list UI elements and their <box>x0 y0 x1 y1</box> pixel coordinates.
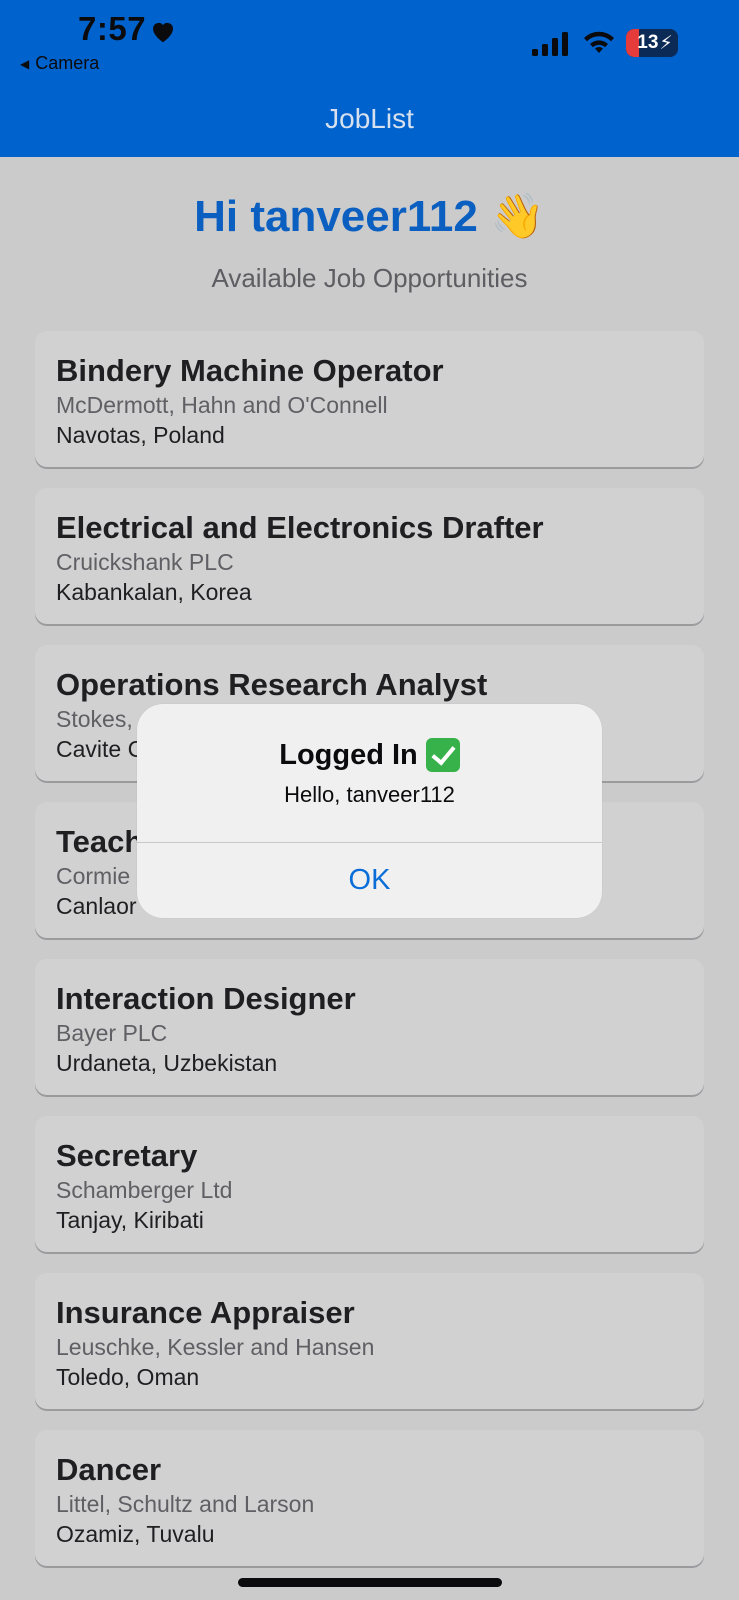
app-title: JobList <box>325 103 414 134</box>
status-time: 7:57 <box>78 10 147 47</box>
page-subtitle: Available Job Opportunities <box>211 263 528 293</box>
job-location: Ozamiz, Tuvalu <box>56 1521 215 1547</box>
back-arrow-icon: ◀ <box>20 56 30 71</box>
job-card[interactable]: Dancer Littel, Schultz and Larson Ozamiz… <box>35 1430 704 1566</box>
alert-ok-button[interactable]: OK <box>137 843 602 918</box>
job-card[interactable]: Secretary Schamberger Ltd Tanjay, Kiriba… <box>35 1116 704 1252</box>
job-title: Operations Research Analyst <box>56 667 488 702</box>
job-title: Dancer <box>56 1452 162 1487</box>
job-company: McDermott, Hahn and O'Connell <box>56 392 388 418</box>
job-company: Cormie <box>56 863 131 889</box>
job-location: Toledo, Oman <box>56 1364 200 1390</box>
back-label: Camera <box>35 53 100 73</box>
check-mark-icon <box>425 738 460 772</box>
greeting-heading: Hi tanveer112 👋 <box>194 192 545 241</box>
job-location: Tanjay, Kiribati <box>56 1207 204 1233</box>
job-company: Stokes, <box>56 706 133 732</box>
job-company: Littel, Schultz and Larson <box>56 1491 315 1517</box>
job-title: Secretary <box>56 1138 198 1173</box>
wifi-icon <box>584 31 614 53</box>
job-title: Insurance Appraiser <box>56 1295 355 1330</box>
alert-title: Logged In <box>137 738 602 772</box>
job-location: Canlaor <box>56 893 137 919</box>
job-list: Bindery Machine Operator McDermott, Hahn… <box>35 331 704 1587</box>
job-location: Navotas, Poland <box>56 422 225 448</box>
back-to-camera-link[interactable]: ◀ Camera <box>20 53 99 74</box>
job-location: Urdaneta, Uzbekistan <box>56 1050 278 1076</box>
job-card[interactable]: Electrical and Electronics Drafter Cruic… <box>35 488 704 624</box>
heart-icon <box>153 22 173 43</box>
battery-indicator: 13 ⚡ <box>626 29 678 57</box>
battery-level: 13 <box>637 32 659 53</box>
job-card[interactable]: Bindery Machine Operator McDermott, Hahn… <box>35 331 704 467</box>
job-title: Electrical and Electronics Drafter <box>56 510 544 545</box>
job-company: Schamberger Ltd <box>56 1177 233 1203</box>
job-company: Bayer PLC <box>56 1020 168 1046</box>
alert-title-text: Logged In <box>279 738 418 771</box>
app-header: 7:57 ◀ Camera 13 ⚡ JobList <box>0 0 739 157</box>
charging-bolt-icon: ⚡ <box>659 32 673 54</box>
job-title: Teach <box>56 824 144 859</box>
job-company: Leuschke, Kessler and Hansen <box>56 1334 375 1360</box>
home-indicator[interactable] <box>238 1578 502 1587</box>
job-title: Interaction Designer <box>56 981 356 1016</box>
job-location: Kabankalan, Korea <box>56 579 252 605</box>
job-card[interactable]: Insurance Appraiser Leuschke, Kessler an… <box>35 1273 704 1409</box>
job-location: Cavite C <box>56 736 145 762</box>
cellular-signal-icon <box>532 32 568 56</box>
login-alert-dialog: Logged In Hello, tanveer112 OK <box>137 704 602 918</box>
job-title: Bindery Machine Operator <box>56 353 444 388</box>
job-company: Cruickshank PLC <box>56 549 234 575</box>
alert-message: Hello, tanveer112 <box>284 782 455 807</box>
job-card[interactable]: Interaction Designer Bayer PLC Urdaneta,… <box>35 959 704 1095</box>
